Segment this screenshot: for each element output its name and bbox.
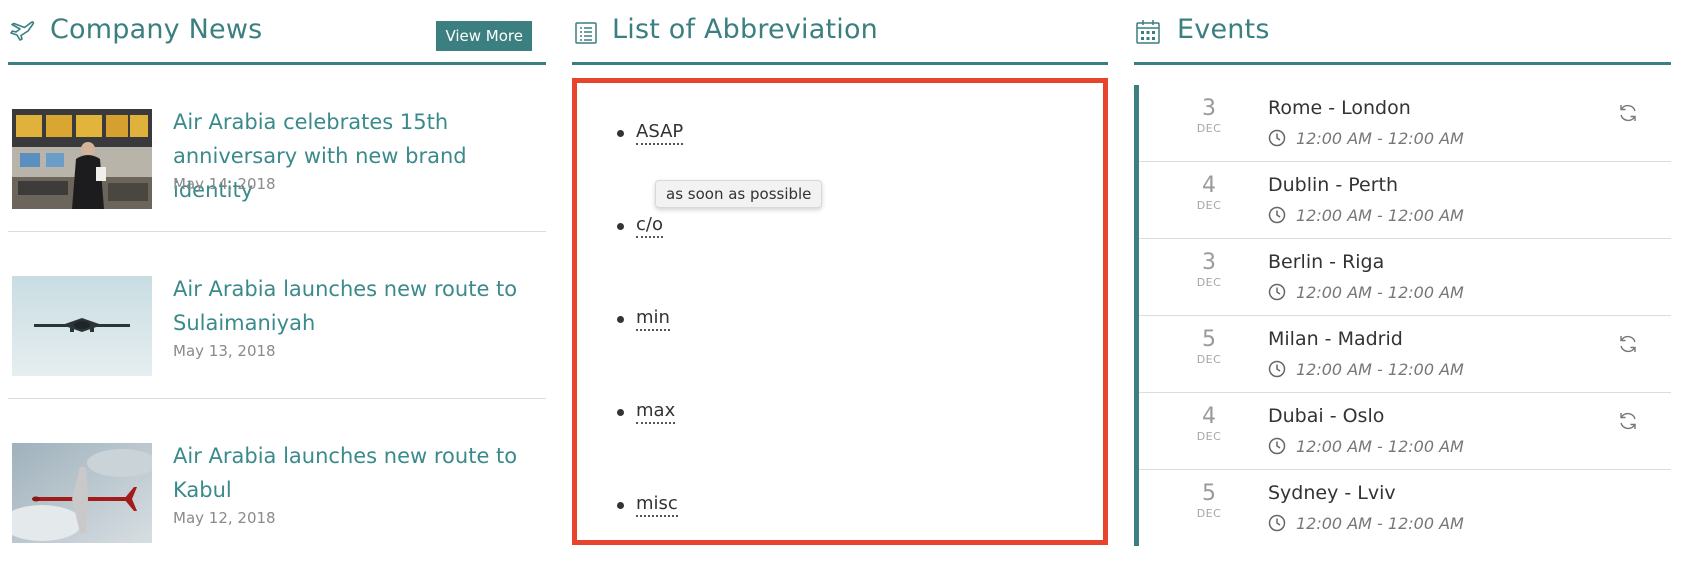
clock-icon — [1268, 514, 1286, 532]
news-item[interactable]: Air Arabia launches new route to Kabul M… — [8, 399, 546, 564]
event-time: 12:00 AM - 12:00 AM — [1268, 514, 1464, 533]
bullet — [617, 223, 624, 230]
event-month: DEC — [1196, 430, 1222, 443]
event-day: 5 — [1202, 481, 1216, 506]
bullet — [617, 409, 624, 416]
event-time-text: 12:00 AM - 12:00 AM — [1296, 514, 1464, 533]
events-title: Events — [1177, 14, 1270, 45]
news-date: May 12, 2018 — [173, 509, 276, 527]
bullet — [617, 502, 624, 509]
event-time: 12:00 AM - 12:00 AM — [1268, 437, 1464, 456]
abbreviation-term[interactable]: ASAP — [636, 121, 684, 145]
abbreviation-term[interactable]: min — [636, 307, 670, 331]
event-day: 3 — [1202, 250, 1216, 275]
abbreviation-title: List of Abbreviation — [612, 14, 878, 45]
news-title[interactable]: Air Arabia launches new route to Sulaima… — [173, 272, 543, 340]
abbreviation-tooltip: as soon as possible — [655, 180, 823, 208]
news-date: May 14, 2018 — [173, 175, 276, 193]
abbreviation-term[interactable]: misc — [636, 493, 678, 517]
recurring-icon — [1620, 104, 1636, 122]
event-item[interactable]: 5 DEC Sydney - Lviv 12:00 AM - 12:00 AM — [1139, 470, 1671, 546]
event-item[interactable]: 3 DEC Rome - London 12:00 AM - 12:00 AM — [1139, 85, 1671, 162]
clock-icon — [1268, 283, 1286, 301]
abbreviation-panel: List of Abbreviation ASAP c/o min max mi — [572, 0, 1108, 545]
event-time-text: 12:00 AM - 12:00 AM — [1296, 129, 1464, 148]
view-more-button[interactable]: View More — [436, 21, 532, 51]
bullet — [617, 130, 624, 137]
calendar-icon — [1136, 20, 1160, 44]
list-icon — [575, 22, 597, 44]
events-list: 3 DEC Rome - London 12:00 AM - 12:00 AM … — [1134, 85, 1671, 546]
event-time: 12:00 AM - 12:00 AM — [1268, 283, 1464, 302]
event-time-text: 12:00 AM - 12:00 AM — [1296, 206, 1464, 225]
news-item[interactable]: Air Arabia launches new route to Sulaima… — [8, 232, 546, 399]
event-title[interactable]: Sydney - Lviv — [1268, 482, 1396, 504]
abbreviation-term[interactable]: max — [636, 400, 676, 424]
event-item[interactable]: 3 DEC Berlin - Riga 12:00 AM - 12:00 AM — [1139, 239, 1671, 316]
news-date: May 13, 2018 — [173, 342, 276, 360]
event-month: DEC — [1196, 122, 1222, 135]
company-news-title: Company News — [50, 14, 263, 45]
news-title[interactable]: Air Arabia launches new route to Kabul — [173, 439, 543, 507]
airplane-in-sky-photo[interactable] — [12, 276, 152, 376]
event-time-text: 12:00 AM - 12:00 AM — [1296, 360, 1464, 379]
clock-icon — [1268, 437, 1286, 455]
airport-terminal-photo[interactable] — [12, 109, 152, 209]
event-day: 3 — [1202, 96, 1216, 121]
company-news-panel: Company News View More Air Arabia celebr… — [8, 0, 546, 564]
event-title[interactable]: Dubai - Oslo — [1268, 405, 1384, 427]
clock-icon — [1268, 206, 1286, 224]
event-item[interactable]: 5 DEC Milan - Madrid 12:00 AM - 12:00 AM — [1139, 316, 1671, 393]
event-title[interactable]: Rome - London — [1268, 97, 1411, 119]
bullet — [617, 316, 624, 323]
events-panel: Events 3 DEC Rome - London 12:00 AM - 12… — [1134, 0, 1671, 546]
airplane-above-clouds-photo[interactable] — [12, 443, 152, 543]
clock-icon — [1268, 360, 1286, 378]
event-day: 4 — [1202, 404, 1216, 429]
event-time-text: 12:00 AM - 12:00 AM — [1296, 283, 1464, 302]
event-time: 12:00 AM - 12:00 AM — [1268, 206, 1464, 225]
abbreviation-highlight-box: ASAP c/o min max misc as soon as possibl… — [572, 78, 1108, 545]
recurring-icon — [1620, 412, 1636, 430]
event-day: 4 — [1202, 173, 1216, 198]
event-time: 12:00 AM - 12:00 AM — [1268, 360, 1464, 379]
event-time-text: 12:00 AM - 12:00 AM — [1296, 437, 1464, 456]
event-title[interactable]: Milan - Madrid — [1268, 328, 1403, 350]
events-header: Events — [1134, 0, 1671, 65]
event-title[interactable]: Berlin - Riga — [1268, 251, 1384, 273]
airplane-icon — [10, 21, 35, 41]
clock-icon — [1268, 129, 1286, 147]
event-time: 12:00 AM - 12:00 AM — [1268, 129, 1464, 148]
company-news-header: Company News View More — [8, 0, 546, 65]
event-day: 5 — [1202, 327, 1216, 352]
recurring-icon — [1620, 335, 1636, 353]
event-month: DEC — [1196, 353, 1222, 366]
event-title[interactable]: Dublin - Perth — [1268, 174, 1398, 196]
event-item[interactable]: 4 DEC Dublin - Perth 12:00 AM - 12:00 AM — [1139, 162, 1671, 239]
news-item[interactable]: Air Arabia celebrates 15th anniversary w… — [8, 65, 546, 232]
abbreviation-term[interactable]: c/o — [636, 214, 663, 238]
event-month: DEC — [1196, 276, 1222, 289]
abbreviation-header: List of Abbreviation — [572, 0, 1108, 65]
event-month: DEC — [1196, 199, 1222, 212]
event-month: DEC — [1196, 507, 1222, 520]
event-item[interactable]: 4 DEC Dubai - Oslo 12:00 AM - 12:00 AM — [1139, 393, 1671, 470]
